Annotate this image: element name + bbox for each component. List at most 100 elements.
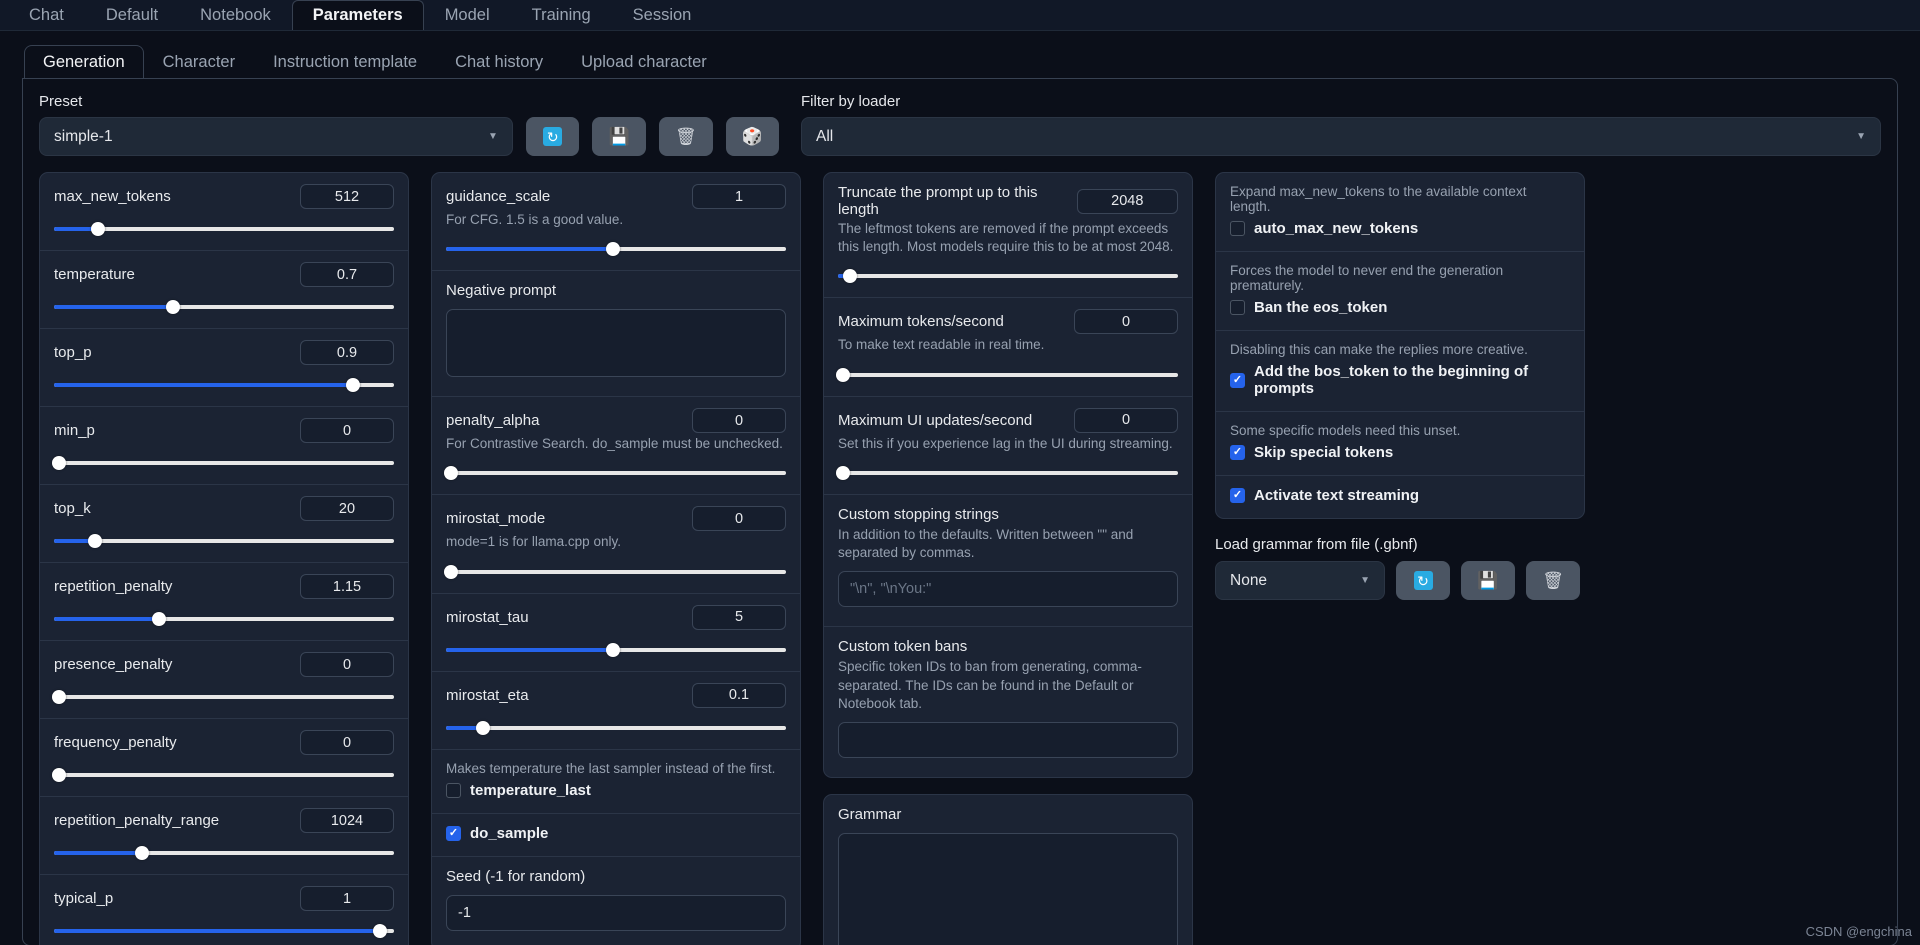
param-slider[interactable] xyxy=(838,269,1178,284)
param-slider[interactable] xyxy=(54,612,394,626)
temperature-last-checkbox[interactable] xyxy=(446,782,461,798)
param-value[interactable]: 0 xyxy=(1074,407,1178,433)
ban-eos-token-checkbox[interactable] xyxy=(1230,300,1245,315)
param-slider[interactable] xyxy=(52,768,394,782)
refresh-icon: ↻ xyxy=(543,127,563,146)
param-value[interactable]: 1 xyxy=(692,184,786,209)
activate-text-streaming-checkbox[interactable] xyxy=(1230,488,1245,503)
slider-thumb[interactable] xyxy=(842,269,857,284)
slider-thumb[interactable] xyxy=(836,465,851,480)
slider-track xyxy=(446,725,786,730)
param-mirostat_mode: mirostat_mode 0 mode=1 is for llama.cpp … xyxy=(432,495,800,594)
param-slider[interactable] xyxy=(54,222,394,236)
top-tab-default[interactable]: Default xyxy=(85,0,179,30)
param-slider[interactable] xyxy=(54,534,394,548)
param-value[interactable]: 0 xyxy=(300,730,394,755)
slider-thumb[interactable] xyxy=(52,768,67,782)
field-seed: Seed (-1 for random) xyxy=(432,857,800,945)
param-slider[interactable] xyxy=(444,466,786,481)
checkbox-auto_max_new_tokens-cell: Expand max_new_tokens to the available c… xyxy=(1216,173,1584,252)
tab-instruction-template[interactable]: Instruction template xyxy=(254,45,436,78)
param-value[interactable]: 20 xyxy=(300,496,394,521)
param-value[interactable]: 0.7 xyxy=(300,262,394,287)
param-value[interactable]: 1024 xyxy=(300,808,394,833)
param-slider[interactable] xyxy=(446,720,786,735)
param-value[interactable]: 0 xyxy=(692,506,786,532)
top-tab-session[interactable]: Session xyxy=(612,0,713,30)
param-slider[interactable] xyxy=(54,378,394,392)
slider-fill xyxy=(54,929,381,933)
tab-upload-character[interactable]: Upload character xyxy=(562,45,726,78)
param-value[interactable]: 0 xyxy=(692,408,786,434)
skip-special-tokens-checkbox[interactable] xyxy=(1230,445,1245,460)
slider-thumb[interactable] xyxy=(476,720,491,735)
slider-thumb[interactable] xyxy=(605,642,620,657)
param-slider[interactable] xyxy=(446,642,786,657)
param-value[interactable]: 1 xyxy=(300,886,394,911)
slider-thumb[interactable] xyxy=(444,466,459,481)
top-tab-notebook[interactable]: Notebook xyxy=(179,0,292,30)
param-value[interactable]: 0 xyxy=(1074,309,1178,335)
top-tab-model[interactable]: Model xyxy=(424,0,511,30)
top-tab-training[interactable]: Training xyxy=(511,0,612,30)
grammar-save-button[interactable]: 💾 xyxy=(1461,561,1515,600)
param-slider[interactable] xyxy=(54,924,394,938)
auto-max-new-tokens-checkbox[interactable] xyxy=(1230,221,1245,236)
param-slider[interactable] xyxy=(446,242,786,257)
param-label: Truncate the prompt up to this length xyxy=(838,184,1038,218)
random-preset-button[interactable]: 🎲 xyxy=(725,117,780,156)
top-tab-parameters[interactable]: Parameters xyxy=(291,0,424,30)
tab-character[interactable]: Character xyxy=(144,45,254,78)
param-value[interactable]: 512 xyxy=(300,184,394,209)
param-slider[interactable] xyxy=(836,465,1178,480)
delete-preset-button[interactable]: 🗑 xyxy=(658,117,713,156)
custom-stopping-strings-input[interactable] xyxy=(838,571,1178,608)
checkbox-do_sample-cell: do_sample xyxy=(432,814,800,857)
preset-select[interactable]: simple-1 ▼ xyxy=(39,117,513,156)
auto-max-new-tokens-hint: Expand max_new_tokens to the available c… xyxy=(1230,184,1527,214)
grammar-file-select[interactable]: None ▼ xyxy=(1215,561,1385,600)
param-value[interactable]: 0.9 xyxy=(300,340,394,365)
param-value[interactable]: 0 xyxy=(300,418,394,443)
param-value[interactable]: 2048 xyxy=(1076,188,1178,214)
slider-thumb[interactable] xyxy=(444,564,459,579)
param-value[interactable]: 5 xyxy=(692,604,786,630)
add-bos-token-checkbox[interactable] xyxy=(1230,372,1245,388)
tab-chat-history[interactable]: Chat history xyxy=(436,45,562,78)
param-value[interactable]: 1.15 xyxy=(300,574,394,599)
custom-token-bans-input[interactable] xyxy=(838,721,1178,758)
slider-thumb[interactable] xyxy=(135,846,150,860)
slider-thumb[interactable] xyxy=(373,924,388,938)
do-sample-checkbox[interactable] xyxy=(446,825,461,841)
slider-thumb[interactable] xyxy=(91,222,106,236)
generation-panel: Preset simple-1 ▼ ↻ 💾 🗑 🎲 Filter by load… xyxy=(22,78,1898,945)
slider-thumb[interactable] xyxy=(605,242,620,257)
filter-by-loader-select[interactable]: All ▼ xyxy=(801,117,1881,156)
slider-thumb[interactable] xyxy=(52,456,67,470)
param-slider[interactable] xyxy=(836,367,1178,382)
slider-thumb[interactable] xyxy=(87,534,102,548)
grammar-delete-button[interactable]: 🗑 xyxy=(1526,561,1580,600)
seed-input[interactable] xyxy=(446,894,786,931)
param-slider[interactable] xyxy=(52,456,394,470)
negative-prompt-input[interactable] xyxy=(446,309,786,378)
param-value[interactable]: 0.1 xyxy=(692,682,786,708)
grammar-input[interactable] xyxy=(838,832,1178,945)
param-value[interactable]: 0 xyxy=(300,652,394,677)
param-slider[interactable] xyxy=(54,846,394,860)
slider-thumb[interactable] xyxy=(166,300,180,314)
slider-thumb[interactable] xyxy=(152,612,167,626)
refresh-preset-button[interactable]: ↻ xyxy=(525,117,580,156)
param-max-ui-updates-per-second: Maximum UI updates/second 0 Set this if … xyxy=(824,397,1192,495)
tab-generation[interactable]: Generation xyxy=(24,45,144,78)
param-top_p: top_p 0.9 xyxy=(40,329,408,407)
param-slider[interactable] xyxy=(444,564,786,579)
slider-thumb[interactable] xyxy=(346,378,361,392)
top-tab-chat[interactable]: Chat xyxy=(8,0,85,30)
save-preset-button[interactable]: 💾 xyxy=(592,117,646,156)
grammar-refresh-button[interactable]: ↻ xyxy=(1396,561,1450,600)
slider-thumb[interactable] xyxy=(836,367,851,382)
slider-thumb[interactable] xyxy=(52,690,67,704)
param-slider[interactable] xyxy=(52,690,394,704)
param-slider[interactable] xyxy=(54,300,394,314)
